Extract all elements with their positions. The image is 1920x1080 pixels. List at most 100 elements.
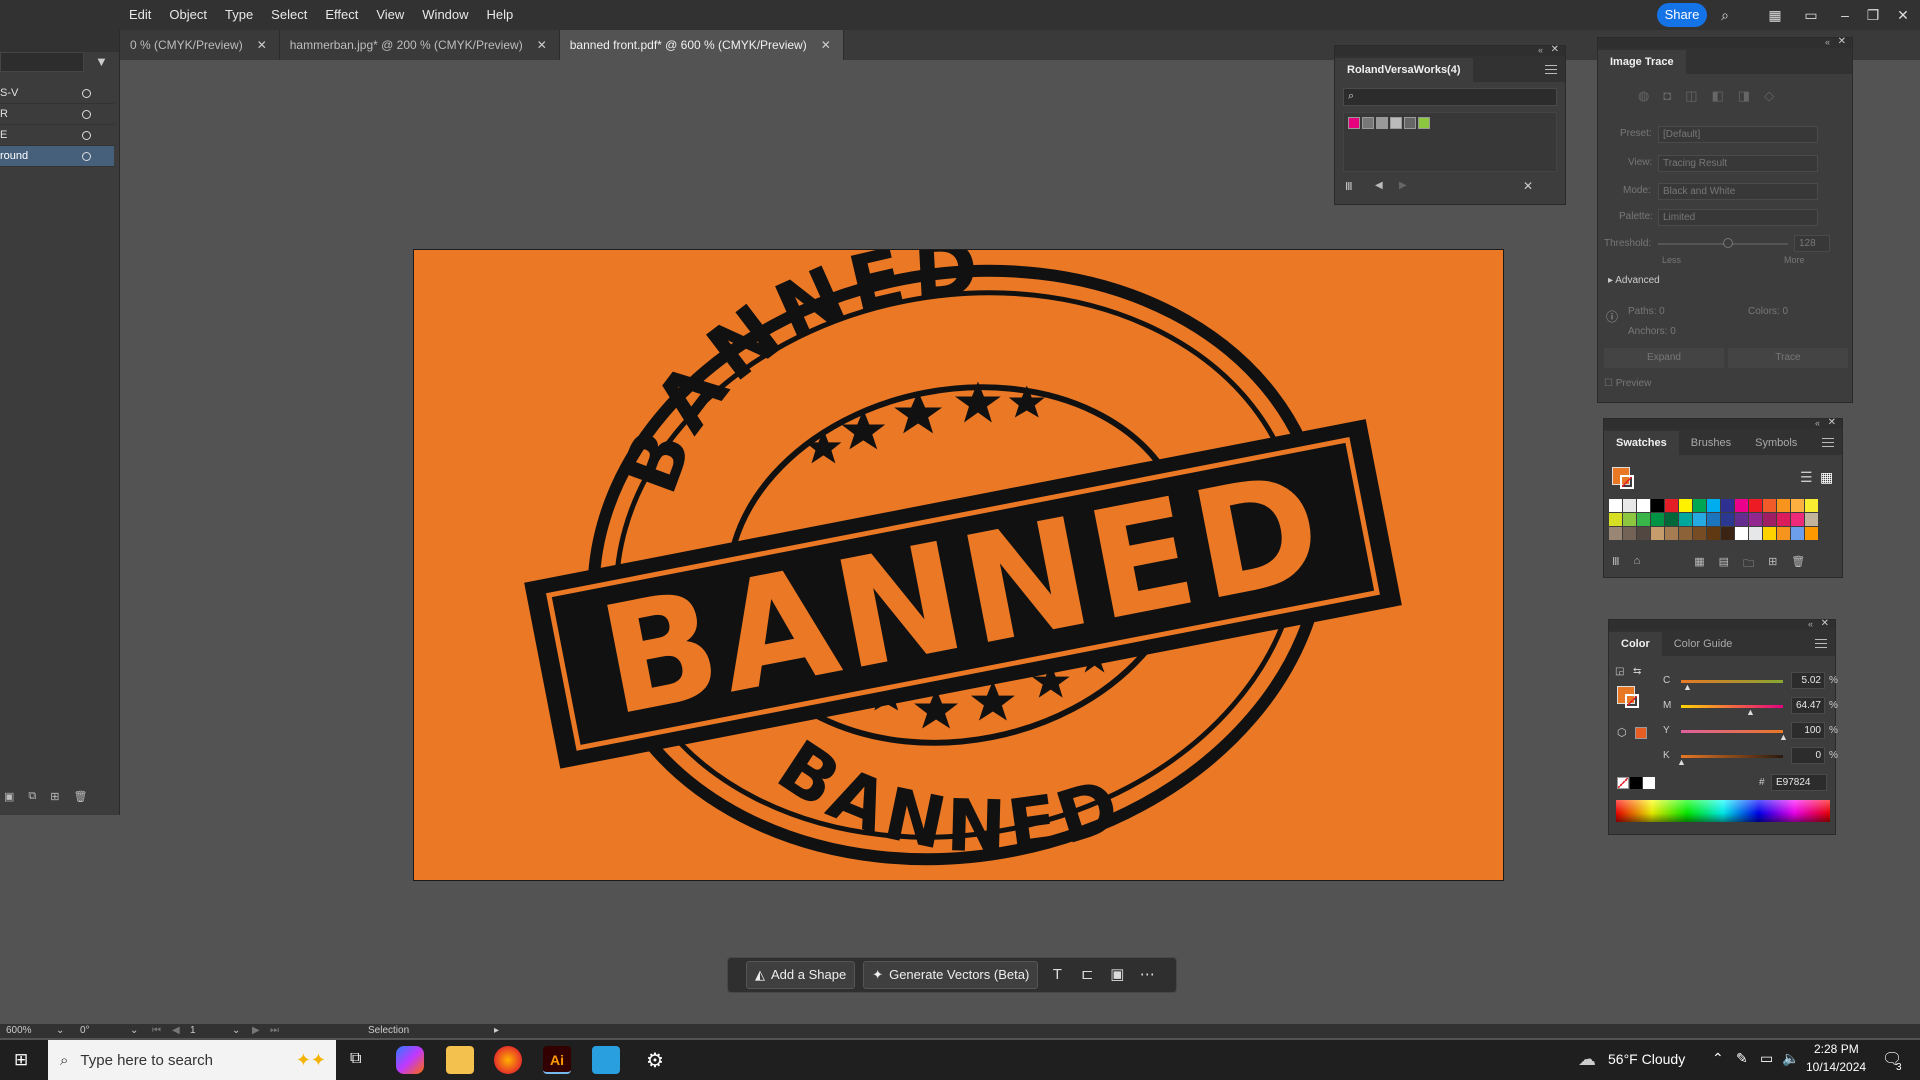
close-icon[interactable]: ✕ bbox=[1821, 618, 1829, 629]
swatch[interactable] bbox=[1805, 499, 1818, 512]
swatch[interactable] bbox=[1763, 499, 1776, 512]
close-tab-icon[interactable]: ✕ bbox=[821, 30, 831, 60]
add-shape-button[interactable]: ◭ Add a Shape bbox=[746, 961, 856, 989]
view-select[interactable]: Tracing Result bbox=[1658, 155, 1818, 172]
clock-time[interactable]: 2:28 PM bbox=[1814, 1042, 1859, 1056]
outline-icon[interactable]: ◇ bbox=[1764, 88, 1774, 104]
swatch[interactable] bbox=[1404, 117, 1416, 129]
trace-button[interactable]: Trace bbox=[1728, 348, 1848, 368]
black-white-icon[interactable]: ◨ bbox=[1738, 88, 1750, 104]
swatch-options-icon[interactable]: ▤ bbox=[1719, 555, 1729, 574]
stroke-color-box[interactable] bbox=[1625, 694, 1639, 708]
panel-menu-icon[interactable] bbox=[1815, 639, 1827, 648]
photos-icon[interactable] bbox=[592, 1046, 620, 1074]
threshold-slider-handle[interactable] bbox=[1723, 238, 1733, 248]
layer-row[interactable]: S-V bbox=[0, 83, 114, 104]
crop-icon[interactable]: ⊏ bbox=[1076, 964, 1098, 986]
tab-document[interactable]: 0 % (CMYK/Preview) ✕ bbox=[120, 30, 280, 60]
hex-input[interactable]: E97824 bbox=[1771, 774, 1827, 791]
stroke-swatch[interactable] bbox=[1620, 475, 1634, 489]
first-artboard-icon[interactable]: ⏮ bbox=[152, 1025, 161, 1036]
generate-vectors-button[interactable]: ✦ Generate Vectors (Beta) bbox=[863, 961, 1039, 989]
layer-target-icon[interactable] bbox=[82, 89, 91, 98]
swatch[interactable] bbox=[1623, 499, 1636, 512]
auto-color-icon[interactable]: ◍ bbox=[1638, 88, 1649, 104]
swatch[interactable] bbox=[1679, 499, 1692, 512]
restore-icon[interactable]: ❐ bbox=[1864, 6, 1882, 24]
swatch[interactable] bbox=[1679, 513, 1692, 526]
volume-icon[interactable]: 🔈 bbox=[1782, 1050, 1799, 1067]
search-icon[interactable]: ⌕ bbox=[1716, 6, 1734, 24]
swatch[interactable] bbox=[1707, 527, 1720, 540]
last-artboard-icon[interactable]: ⏭ bbox=[270, 1025, 279, 1036]
swatch[interactable] bbox=[1623, 513, 1636, 526]
default-colors-icon[interactable]: ◲ bbox=[1615, 666, 1624, 677]
more-icon[interactable]: ⋯ bbox=[1136, 964, 1158, 986]
type-icon[interactable]: T bbox=[1046, 964, 1068, 986]
copilot-icon[interactable] bbox=[396, 1046, 424, 1074]
layer-search-input[interactable] bbox=[0, 52, 84, 72]
next-icon[interactable]: ▶ bbox=[1399, 180, 1407, 191]
swatch[interactable] bbox=[1763, 527, 1776, 540]
swatch[interactable] bbox=[1348, 117, 1360, 129]
black-value[interactable]: 0 bbox=[1791, 747, 1825, 764]
white-swatch[interactable] bbox=[1643, 777, 1655, 789]
close-tab-icon[interactable]: ✕ bbox=[537, 30, 547, 60]
swatch[interactable] bbox=[1707, 513, 1720, 526]
tab-symbols[interactable]: Symbols bbox=[1743, 431, 1809, 455]
arrange-documents-icon[interactable]: ▦ bbox=[1766, 6, 1784, 24]
close-icon[interactable]: ✕ bbox=[1838, 36, 1846, 47]
tab-brushes[interactable]: Brushes bbox=[1679, 431, 1743, 455]
layer-target-icon[interactable] bbox=[82, 152, 91, 161]
swatch[interactable] bbox=[1735, 527, 1748, 540]
pen-icon[interactable]: ✎ bbox=[1736, 1050, 1748, 1067]
menu-type[interactable]: Type bbox=[216, 0, 262, 30]
swatch[interactable] bbox=[1749, 527, 1762, 540]
library-icon[interactable]: Ⅲ bbox=[1345, 180, 1353, 193]
network-icon[interactable]: ▭ bbox=[1760, 1050, 1773, 1067]
swatch[interactable] bbox=[1777, 527, 1790, 540]
close-window-icon[interactable]: ✕ bbox=[1894, 6, 1912, 24]
layer-row-selected[interactable]: round bbox=[0, 146, 114, 167]
swatch[interactable] bbox=[1735, 513, 1748, 526]
preview-checkbox[interactable]: ☐ Preview bbox=[1604, 378, 1651, 389]
panel-menu-icon[interactable] bbox=[1822, 438, 1834, 447]
new-sublayer-icon[interactable]: ⊞ bbox=[50, 790, 59, 810]
in-gamut-swatch[interactable] bbox=[1635, 727, 1647, 739]
black-slider[interactable] bbox=[1681, 755, 1783, 758]
filter-icon[interactable]: ▼ bbox=[95, 54, 108, 69]
layer-row[interactable]: R bbox=[0, 104, 114, 125]
low-color-icon[interactable]: ◫ bbox=[1685, 88, 1697, 104]
panel-menu-icon[interactable] bbox=[1545, 65, 1557, 74]
menu-select[interactable]: Select bbox=[262, 0, 316, 30]
tab-document-active[interactable]: banned front.pdf* @ 600 % (CMYK/Preview)… bbox=[559, 30, 844, 60]
swatch[interactable] bbox=[1362, 117, 1374, 129]
tray-chevron-icon[interactable]: ⌃ bbox=[1712, 1050, 1724, 1067]
cyan-slider-handle[interactable]: ▲ bbox=[1683, 682, 1692, 692]
list-view-icon[interactable]: ☰ bbox=[1800, 469, 1813, 486]
show-kinds-icon[interactable]: ▦ bbox=[1694, 555, 1704, 574]
swatch[interactable] bbox=[1791, 513, 1804, 526]
tab-document[interactable]: hammerban.jpg* @ 200 % (CMYK/Preview) ✕ bbox=[279, 30, 560, 60]
swatch[interactable] bbox=[1609, 527, 1622, 540]
mode-select[interactable]: Black and White bbox=[1658, 183, 1818, 200]
zoom-field[interactable]: 600% bbox=[6, 1025, 32, 1036]
chevron-down-icon[interactable]: ⌄ bbox=[56, 1025, 64, 1036]
menu-window[interactable]: Window bbox=[413, 0, 477, 30]
firefox-icon[interactable] bbox=[494, 1046, 522, 1074]
layer-target-icon[interactable] bbox=[82, 110, 91, 119]
advanced-toggle[interactable]: ▸ Advanced bbox=[1608, 275, 1660, 286]
banned-stamp-artwork[interactable]: BANNED BANNED BANNED bbox=[414, 250, 1503, 880]
menu-help[interactable]: Help bbox=[478, 0, 523, 30]
layer-row[interactable]: E bbox=[0, 125, 114, 146]
swatch[interactable] bbox=[1651, 527, 1664, 540]
library-icon[interactable]: Ⅲ bbox=[1612, 555, 1620, 574]
threshold-value[interactable]: 128 bbox=[1794, 235, 1830, 252]
swatch[interactable] bbox=[1693, 527, 1706, 540]
magenta-slider-handle[interactable]: ▲ bbox=[1746, 707, 1755, 717]
menu-edit[interactable]: Edit bbox=[120, 0, 160, 30]
status-menu-arrow[interactable]: ▸ bbox=[494, 1025, 499, 1036]
expand-button[interactable]: Expand bbox=[1604, 348, 1724, 368]
collect-export-icon[interactable]: ▣ bbox=[4, 790, 14, 810]
swatch[interactable] bbox=[1735, 499, 1748, 512]
